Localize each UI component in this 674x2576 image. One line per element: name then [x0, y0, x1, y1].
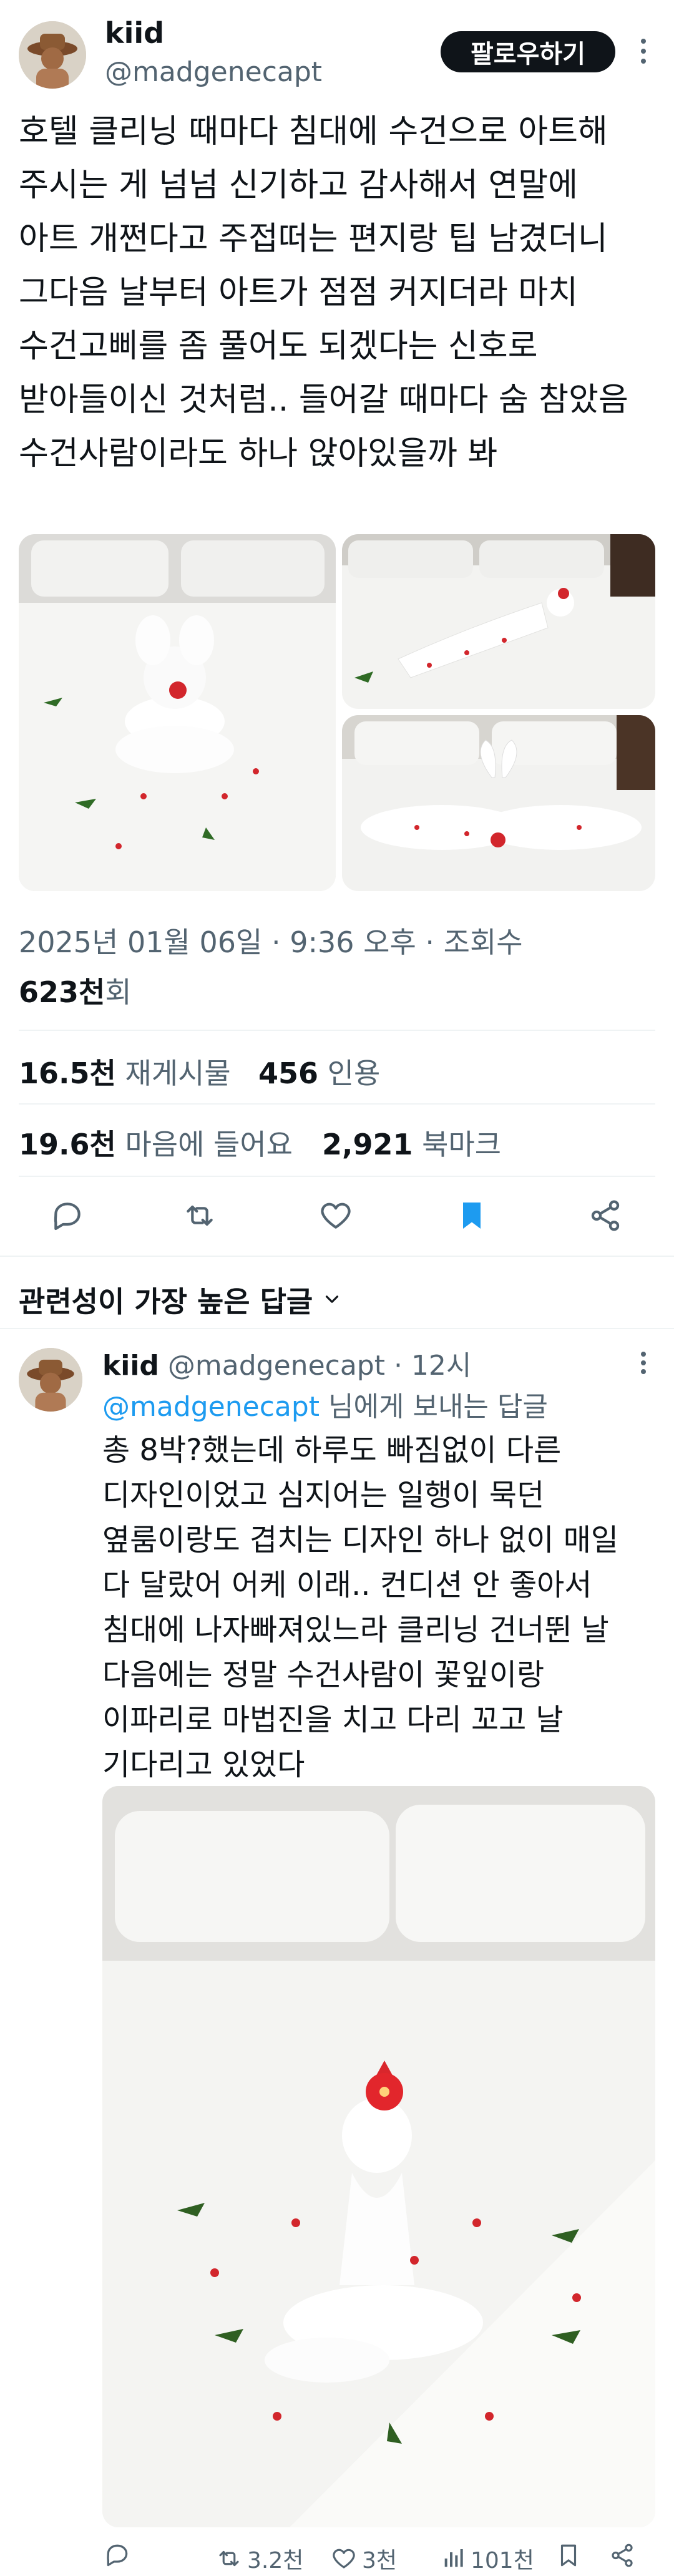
- views-unit: 회: [105, 975, 132, 1009]
- heart-icon: [333, 2549, 355, 2569]
- post-photo-1[interactable]: [19, 534, 336, 891]
- replies-sort-label: 관련성이 가장 높은 답글: [19, 1285, 313, 1319]
- section-separator: [0, 1328, 674, 1329]
- reply-text-line: 이파리로 마법진을 치고 다리 꼬고 날: [102, 1702, 564, 1737]
- reply-header: kiid @madgenecapt · 12시: [102, 1343, 471, 1383]
- views-count: 623천: [19, 975, 105, 1009]
- likes-stat[interactable]: 19.6천 마음에 들어요: [19, 1122, 293, 1163]
- tweet-detail-page: kiid @madgenecapt 팔로우하기 호텔 클리닝 때마다 침대에 수…: [0, 0, 674, 2576]
- replies-sort-dropdown[interactable]: 관련성이 가장 높은 답글: [19, 1279, 343, 1320]
- reply-like-stat[interactable]: 3천: [331, 2542, 397, 2575]
- reply-text-line: 디자인이었고 심지어는 일행이 묵던: [102, 1478, 545, 1513]
- post-views: 623천회: [19, 970, 132, 1011]
- heart-icon[interactable]: [318, 1198, 353, 1233]
- reply-icon[interactable]: [50, 1198, 85, 1233]
- author-handle[interactable]: @madgenecapt: [105, 56, 322, 88]
- share-icon[interactable]: [588, 1198, 623, 1233]
- replying-to-mention[interactable]: @madgenecapt: [102, 1391, 320, 1423]
- post-photo-3[interactable]: [342, 715, 655, 891]
- repost-icon[interactable]: [182, 1198, 217, 1233]
- section-separator: [0, 1256, 674, 1257]
- reposts-label: 재게시물: [125, 1056, 231, 1090]
- reply-views-stat[interactable]: 101천: [441, 2542, 534, 2575]
- reply-text-line: 총 8박?했는데 하루도 빠짐없이 다른: [102, 1433, 562, 1468]
- reply-reply-icon[interactable]: [104, 2541, 131, 2569]
- more-options-icon[interactable]: [639, 39, 648, 64]
- post-text-line: 그다음 날부터 아트가 점점 커지더라 마치: [19, 274, 578, 311]
- reposts-stat[interactable]: 16.5천 재게시물: [19, 1051, 231, 1092]
- quotes-stat[interactable]: 456 인용: [258, 1051, 380, 1092]
- post-text-line: 주시는 게 넘넘 신기하고 감사해서 연말에: [19, 167, 578, 204]
- reply-bookmark-icon[interactable]: [555, 2542, 582, 2569]
- author-name[interactable]: kiid: [105, 16, 164, 50]
- replying-to: @madgenecapt 님에게 보내는 답글: [102, 1384, 548, 1424]
- reply-photo[interactable]: [102, 1786, 655, 2527]
- post-text-line: 호텔 클리닝 때마다 침대에 수건으로 아트해: [19, 113, 608, 150]
- quotes-label: 인용: [327, 1056, 381, 1090]
- bookmarks-count: 2,921: [322, 1128, 413, 1161]
- divider: [19, 1103, 655, 1105]
- replying-to-suffix: 님에게 보내는 답글: [320, 1391, 548, 1423]
- bookmarks-stat[interactable]: 2,921 북마크: [322, 1122, 501, 1163]
- quotes-count: 456: [258, 1056, 319, 1090]
- post-timestamp[interactable]: 2025년 01월 06일 · 9:36 오후 · 조회수: [19, 920, 523, 961]
- post-photo-2[interactable]: [342, 534, 655, 709]
- reply-text-line: 옆룸이랑도 겹치는 디자인 하나 없이 매일: [102, 1523, 619, 1558]
- reply-like-count: 3천: [362, 2548, 398, 2574]
- reply-share-icon[interactable]: [609, 2542, 635, 2569]
- reply-repost-count: 3.2천: [247, 2548, 304, 2574]
- views-icon: [444, 2549, 463, 2567]
- post-text-line: 수건사람이라도 하나 앉아있을까 봐: [19, 435, 498, 472]
- repost-icon: [219, 2550, 239, 2567]
- reply-text-line: 다음에는 정말 수건사람이 꽃잎이랑: [102, 1657, 545, 1692]
- post-text-line: 아트 개쩐다고 주접떠는 편지랑 팁 남겼더니: [19, 220, 608, 258]
- divider: [19, 1176, 655, 1177]
- reposts-count: 16.5천: [19, 1056, 116, 1090]
- post-text-line: 수건고삐를 좀 풀어도 되겠다는 신호로: [19, 328, 538, 365]
- reply-text: 총 8박?했는데 하루도 빠짐없이 다른 디자인이었고 심지어는 일행이 묵던 …: [102, 1428, 652, 1787]
- author-avatar[interactable]: [19, 21, 86, 89]
- reply-author-name[interactable]: kiid: [102, 1350, 159, 1382]
- post-text-line: 받아들이신 것처럼.. 들어갈 때마다 숨 참았음: [19, 381, 628, 419]
- reply-author-handle[interactable]: @madgenecapt: [168, 1350, 385, 1382]
- reply-text-line: 침대에 나자빠져있느라 클리닝 건너뛴 날: [102, 1612, 609, 1647]
- post-text: 호텔 클리닝 때마다 침대에 수건으로 아트해 주시는 게 넘넘 신기하고 감사…: [19, 105, 655, 481]
- divider: [19, 1030, 655, 1031]
- reply-time[interactable]: · 12시: [394, 1350, 471, 1382]
- reply-text-line: 다 달랐어 어케 이래.. 컨디션 안 좋아서: [102, 1568, 592, 1603]
- reply-more-options-icon[interactable]: [639, 1352, 648, 1374]
- bookmark-icon[interactable]: [454, 1198, 489, 1233]
- reply-repost-stat[interactable]: 3.2천: [216, 2542, 303, 2575]
- reply-author-avatar[interactable]: [19, 1348, 82, 1412]
- reply-text-line: 기다리고 있었다: [102, 1747, 305, 1782]
- likes-label: 마음에 들어요: [125, 1128, 293, 1161]
- likes-count: 19.6천: [19, 1128, 116, 1161]
- follow-button[interactable]: 팔로우하기: [441, 31, 615, 72]
- chevron-down-icon: [321, 1283, 343, 1317]
- reply-views-count: 101천: [471, 2548, 534, 2574]
- bookmarks-label: 북마크: [422, 1128, 502, 1161]
